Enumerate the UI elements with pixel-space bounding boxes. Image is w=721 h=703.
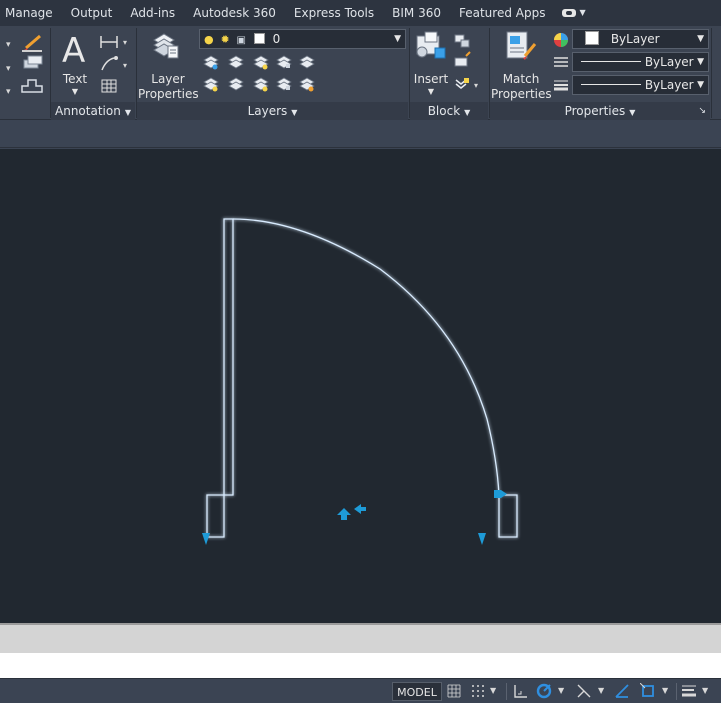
polar-tracking-icon[interactable] — [536, 683, 552, 699]
chevron-down-icon: ▼ — [697, 34, 704, 44]
insert-block-icon — [416, 31, 446, 59]
insert-label: Insert — [413, 72, 449, 86]
object-snap-icon[interactable] — [640, 683, 656, 699]
chevron-down-icon: ▼ — [579, 8, 586, 17]
toggle-pill-icon — [562, 9, 577, 17]
text-a-icon: A — [62, 31, 85, 71]
svg-text:▾: ▾ — [123, 61, 127, 70]
file-tab-band — [0, 120, 721, 148]
right-jamb — [498, 494, 518, 538]
match-properties-label-1: Match — [502, 72, 540, 86]
linetype-value: ByLayer — [644, 55, 694, 69]
chevron-down-icon: ▼ — [697, 80, 704, 90]
selection-grips[interactable] — [202, 490, 507, 545]
tab-featured-apps[interactable]: Featured Apps — [450, 0, 554, 26]
match-properties-button[interactable]: Match Properties — [491, 28, 552, 101]
layer-properties-button[interactable]: Layer Properties — [138, 28, 199, 101]
layer-dropdown[interactable]: ● ✹ ▣ 0 ▼ — [199, 29, 406, 49]
ribbon-tab-bar: Manage Output Add-ins Autodesk 360 Expre… — [0, 0, 721, 26]
chevron-down-icon[interactable]: ▼ — [598, 683, 614, 699]
property-row-icons — [554, 33, 568, 91]
lock-open-icon: ▣ — [236, 35, 246, 46]
layer-color-swatch — [253, 33, 265, 44]
current-layer-name: 0 — [272, 32, 281, 46]
snap-icon[interactable] — [470, 683, 486, 699]
chevron-down-icon: ▼ — [394, 34, 401, 44]
tab-autodesk-360[interactable]: Autodesk 360 — [184, 0, 285, 26]
tab-bim-360[interactable]: BIM 360 — [383, 0, 450, 26]
tab-add-ins[interactable]: Add-ins — [121, 0, 184, 26]
annotation-small-tools[interactable]: ▾ ▾ — [98, 32, 134, 98]
door-swing-arc — [232, 218, 500, 496]
svg-text:▾: ▾ — [474, 81, 478, 90]
lightbulb-icon: ● — [204, 33, 214, 46]
grip-stretch-left-icon[interactable] — [202, 533, 210, 545]
lineweight-value: ByLayer — [644, 78, 694, 92]
model-space-button[interactable]: MODEL — [392, 682, 442, 701]
block-small-tools[interactable]: ▾ — [452, 32, 484, 96]
status-bar: MODEL ▼ ▼ ▼ ▼ ▼ — [0, 678, 721, 703]
grip-flip-up-icon[interactable] — [337, 508, 351, 520]
grip-flip-left-icon[interactable] — [354, 504, 366, 514]
insert-button[interactable]: Insert ▼ — [411, 28, 451, 100]
lineweight-dropdown[interactable]: ByLayer ▼ — [572, 75, 709, 95]
door-drawing[interactable] — [0, 149, 721, 623]
command-line-input[interactable] — [0, 653, 721, 678]
svg-text:▾: ▾ — [123, 38, 127, 47]
tab-output[interactable]: Output — [62, 0, 122, 26]
annotation-panel-label[interactable]: Annotation ▼ — [51, 102, 135, 120]
svg-text:A: A — [62, 31, 85, 68]
door-leaf — [223, 218, 234, 496]
chevron-down-icon[interactable]: ▼ — [490, 683, 506, 699]
tab-express-tools[interactable]: Express Tools — [285, 0, 383, 26]
modify-tools-icons[interactable]: ▾ ▾ ▾ — [4, 32, 50, 102]
layer-tools-icons[interactable] — [201, 54, 321, 98]
linetype-preview — [581, 61, 641, 62]
layers-panel-label[interactable]: Layers ▼ — [137, 102, 408, 120]
svg-text:▾: ▾ — [6, 87, 11, 97]
chevron-down-icon: ▼ — [697, 57, 704, 67]
lineweight-display-icon[interactable] — [680, 683, 696, 699]
drawing-canvas[interactable] — [0, 149, 721, 623]
svg-text:▾: ▾ — [6, 64, 11, 74]
properties-panel-label[interactable]: Properties ▼ ↘ — [490, 102, 710, 120]
object-snap-tracking-icon[interactable] — [614, 683, 630, 699]
ribbon: ▾ ▾ ▾ A Text ▼ ▾ ▾ Annotation ▼ Layer Pr… — [0, 26, 721, 120]
grid-icon[interactable] — [446, 683, 462, 699]
chevron-down-icon: ▼ — [71, 87, 79, 96]
color-dropdown[interactable]: ByLayer ▼ — [572, 29, 709, 49]
layer-properties-label-2: Properties — [138, 87, 199, 101]
layer-stack-icon — [153, 33, 179, 59]
chevron-down-icon[interactable]: ▼ — [702, 683, 718, 699]
chevron-down-icon: ▼ — [427, 87, 435, 96]
selected-door-outline[interactable] — [206, 218, 518, 538]
color-value: ByLayer — [610, 32, 660, 46]
text-button-label: Text — [62, 72, 88, 86]
isodraft-icon[interactable] — [576, 683, 592, 699]
left-jamb — [206, 494, 225, 538]
chevron-down-icon[interactable]: ▼ — [558, 683, 574, 699]
lineweight-preview — [581, 84, 641, 85]
text-button[interactable]: A Text ▼ — [54, 28, 96, 100]
svg-text:▾: ▾ — [6, 40, 11, 50]
layer-properties-label-1: Layer — [151, 72, 185, 86]
dialog-launcher-icon[interactable]: ↘ — [698, 102, 706, 120]
match-properties-icon — [506, 31, 537, 60]
linetype-dropdown[interactable]: ByLayer ▼ — [572, 52, 709, 72]
sun-icon: ✹ — [220, 33, 230, 46]
ribbon-minimize-toggle[interactable]: ▼ — [554, 0, 593, 26]
match-properties-label-2: Properties — [491, 87, 552, 101]
command-history-area — [0, 623, 721, 653]
ortho-icon[interactable] — [512, 683, 528, 699]
color-swatch — [585, 31, 599, 45]
block-panel-label[interactable]: Block ▼ — [410, 102, 488, 120]
grip-stretch-right-icon[interactable] — [478, 533, 486, 545]
grip-arrow-right-icon[interactable] — [494, 490, 507, 498]
tab-manage[interactable]: Manage — [0, 0, 62, 26]
